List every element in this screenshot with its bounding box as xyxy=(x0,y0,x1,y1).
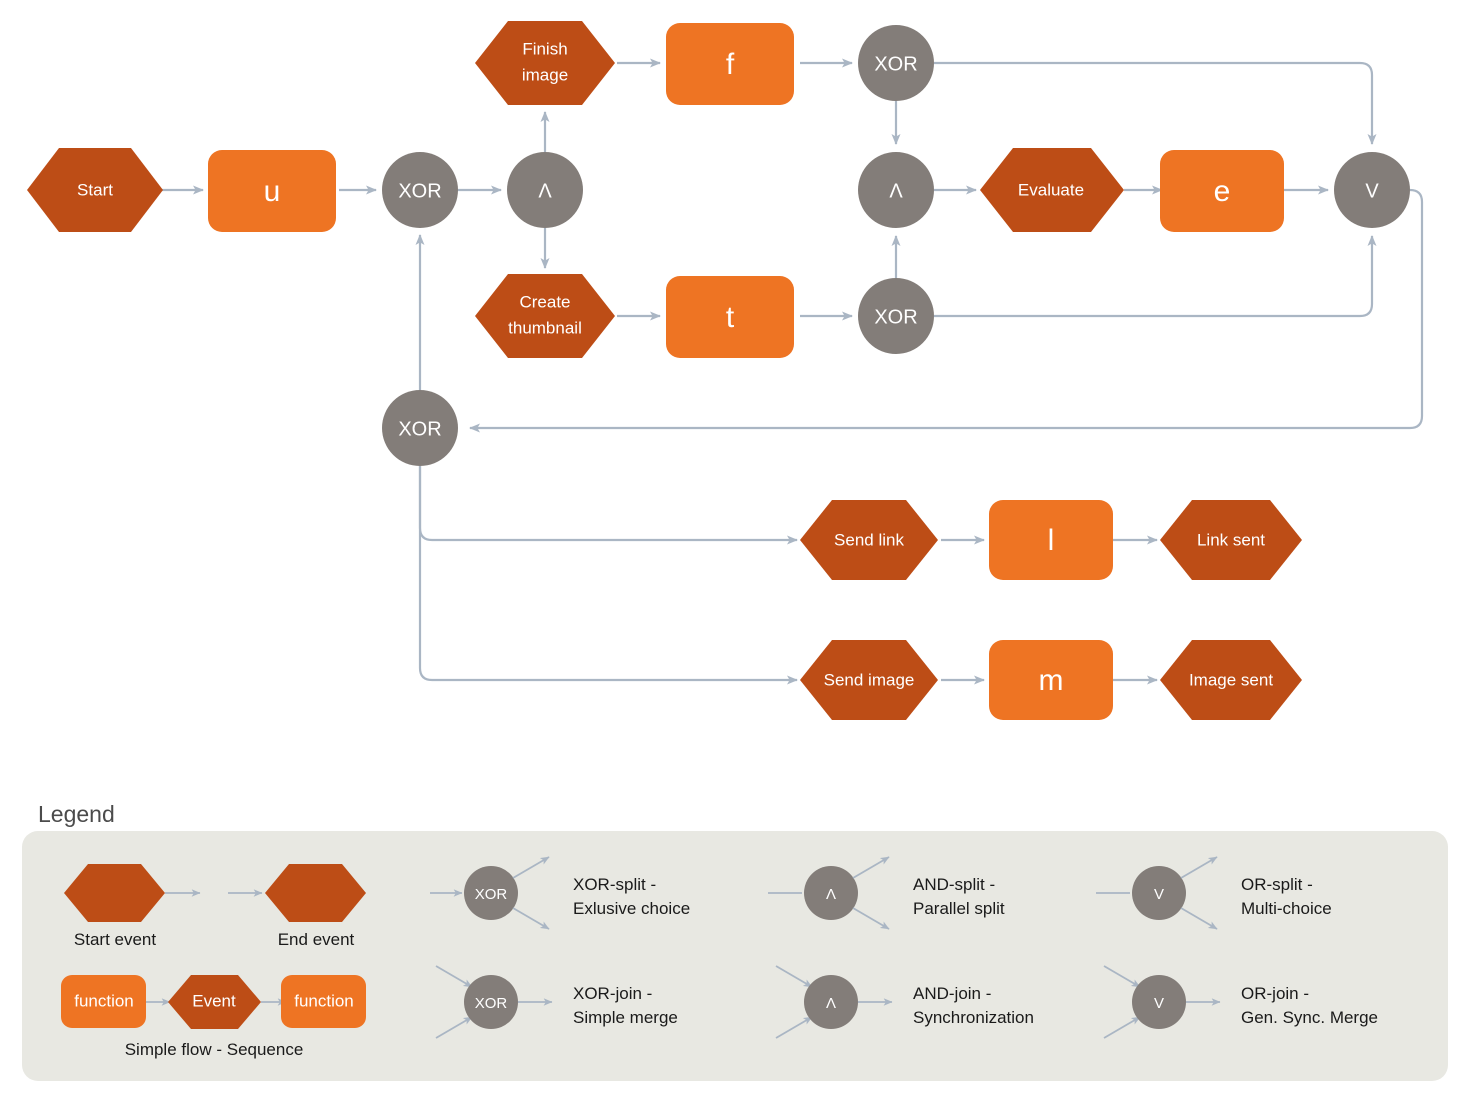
legend-function-left-label: function xyxy=(74,991,134,1010)
node-create-thumbnail[interactable]: Create thumbnail xyxy=(475,274,615,358)
legend-item-and-join-line2: Synchronization xyxy=(913,1008,1034,1027)
node-evaluate[interactable]: Evaluate xyxy=(980,148,1124,232)
conn-xorloop-to-sendlink xyxy=(418,466,798,545)
node-xor-bottom[interactable]: XOR xyxy=(858,278,934,354)
node-image-sent[interactable]: Image sent xyxy=(1160,640,1302,720)
conn-xorloop-to-sendimage xyxy=(418,466,798,685)
legend-item-or-split-line1: OR-split - xyxy=(1241,875,1313,894)
legend-item-simple-flow-caption: Simple flow - Sequence xyxy=(125,1040,304,1059)
legend-item-and-split-line1: AND-split - xyxy=(913,875,995,894)
conn-xortop-to-orjoin xyxy=(934,61,1377,145)
node-xor-loop[interactable]: XOR xyxy=(382,390,458,466)
node-f[interactable]: f xyxy=(666,23,794,105)
legend-item-xor-join-line1: XOR-join - xyxy=(573,984,652,1003)
legend-item-or-join-line1: OR-join - xyxy=(1241,984,1309,1003)
workflow-diagram-canvas: Start u XOR Λ Finish image f XOR Create … xyxy=(22,21,1448,1081)
legend-title: Legend xyxy=(38,801,115,827)
legend-item-xor-split-line1: XOR-split - xyxy=(573,875,656,894)
legend-function-right-label: function xyxy=(294,991,354,1010)
node-finish-image[interactable]: Finish image xyxy=(475,21,615,105)
legend-item-or-join-line2: Gen. Sync. Merge xyxy=(1241,1008,1378,1027)
legend-item-xor-join-line2: Simple merge xyxy=(573,1008,678,1027)
node-or-join[interactable]: V xyxy=(1334,152,1410,228)
node-send-image[interactable]: Send image xyxy=(800,640,938,720)
node-and-split[interactable]: Λ xyxy=(507,152,583,228)
node-start[interactable]: Start xyxy=(27,148,163,232)
node-e[interactable]: e xyxy=(1160,150,1284,232)
node-l[interactable]: l xyxy=(989,500,1113,580)
node-m[interactable]: m xyxy=(989,640,1113,720)
legend-event-mid-label: Event xyxy=(192,991,236,1010)
node-send-link[interactable]: Send link xyxy=(800,500,938,580)
legend-item-and-join-line1: AND-join - xyxy=(913,984,991,1003)
legend-item-and-split-line2: Parallel split xyxy=(913,899,1005,918)
conn-xorbottom-to-orjoin xyxy=(934,235,1377,318)
legend-item-xor-split-line2: Exlusive choice xyxy=(573,899,690,918)
node-xor-top[interactable]: XOR xyxy=(858,25,934,101)
node-link-sent[interactable]: Link sent xyxy=(1160,500,1302,580)
legend-item-start-event-caption: Start event xyxy=(74,930,156,949)
node-and-join[interactable]: Λ xyxy=(858,152,934,228)
node-u[interactable]: u xyxy=(208,150,336,232)
legend-item-end-event-caption: End event xyxy=(278,930,355,949)
legend-item-or-split-line2: Multi-choice xyxy=(1241,899,1332,918)
node-xor1[interactable]: XOR xyxy=(382,152,458,228)
node-t[interactable]: t xyxy=(666,276,794,358)
